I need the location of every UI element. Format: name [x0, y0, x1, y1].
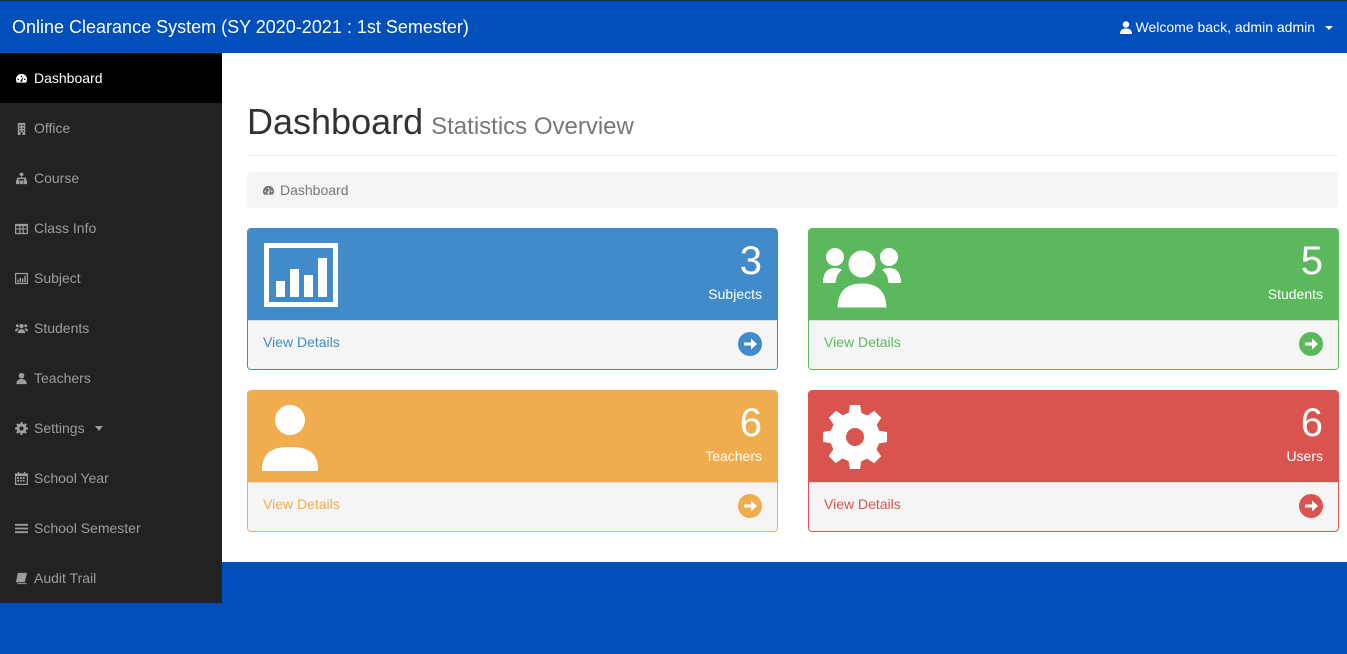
panel-heading: 3 Subjects — [248, 229, 777, 320]
sidebar-item-settings[interactable]: Settings — [0, 403, 222, 453]
gear-icon — [14, 421, 28, 435]
users-icon — [14, 321, 28, 335]
app-brand[interactable]: Online Clearance System (SY 2020-2021 : … — [12, 17, 469, 38]
arrow-right-icon — [738, 332, 762, 356]
sidebar-item-label: Course — [34, 170, 80, 186]
sidebar-item-subject[interactable]: Subject — [0, 253, 222, 303]
sidebar-item-label: Audit Trail — [34, 570, 97, 586]
panel-heading: 6 Teachers — [248, 391, 777, 482]
breadcrumb: Dashboard — [247, 172, 1338, 208]
sidebar-item-label: Office — [34, 120, 71, 136]
students-label: Students — [1267, 286, 1323, 302]
users-label: Users — [1286, 448, 1323, 464]
user-icon — [262, 403, 340, 471]
sidebar-item-label: Teachers — [34, 370, 91, 386]
list-icon — [14, 521, 28, 535]
subjects-panel: 3 Subjects View Details — [247, 228, 778, 370]
sidebar-item-office[interactable]: Office — [0, 103, 222, 153]
sidebar-item-school-semester[interactable]: School Semester — [0, 503, 222, 553]
bar-chart-icon — [262, 241, 340, 309]
students-count: 5 — [1300, 239, 1323, 283]
main-content: Dashboard Statistics Overview Dashboard 3… — [222, 53, 1347, 562]
view-details-link[interactable]: View Details — [248, 482, 777, 531]
sitemap-icon — [14, 171, 28, 185]
page-subtitle: Statistics Overview — [431, 113, 634, 140]
sidebar-item-teachers[interactable]: Teachers — [0, 353, 222, 403]
gear-icon — [823, 403, 901, 471]
users-count: 6 — [1300, 401, 1323, 445]
sidebar-item-label: Subject — [34, 270, 81, 286]
teachers-label: Teachers — [705, 448, 762, 464]
dashboard-icon — [262, 184, 280, 197]
sidebar: Dashboard Office Course Class Info Subje… — [0, 53, 222, 603]
arrow-right-icon — [1299, 332, 1323, 356]
sidebar-item-school-year[interactable]: School Year — [0, 453, 222, 503]
teachers-panel: 6 Teachers View Details — [247, 390, 778, 532]
sidebar-item-course[interactable]: Course — [0, 153, 222, 203]
sidebar-item-label: Students — [34, 320, 90, 336]
view-details-label: View Details — [263, 496, 340, 512]
view-details-label: View Details — [824, 334, 901, 350]
bar-chart-icon — [14, 271, 28, 285]
panel-heading: 6 Users — [809, 391, 1338, 482]
breadcrumb-item: Dashboard — [280, 182, 349, 198]
calendar-icon — [14, 471, 28, 485]
user-icon — [1119, 20, 1132, 34]
users-icon — [823, 241, 901, 311]
user-icon — [14, 371, 28, 385]
teachers-count: 6 — [739, 401, 762, 445]
view-details-label: View Details — [824, 496, 901, 512]
page-title: Dashboard — [247, 101, 424, 142]
sidebar-item-label: Dashboard — [34, 70, 103, 86]
table-icon — [14, 221, 28, 235]
view-details-link[interactable]: View Details — [809, 320, 1338, 369]
sidebar-item-label: Settings — [34, 420, 85, 436]
arrow-right-icon — [738, 494, 762, 518]
students-panel: 5 Students View Details — [808, 228, 1339, 370]
view-details-link[interactable]: View Details — [248, 320, 777, 369]
user-menu-label: Welcome back, admin admin — [1135, 19, 1315, 35]
sidebar-item-label: School Year — [34, 470, 109, 486]
panel-heading: 5 Students — [809, 229, 1338, 320]
page-header: Dashboard Statistics Overview — [247, 101, 1338, 156]
sidebar-item-label: Class Info — [34, 220, 97, 236]
users-panel: 6 Users View Details — [808, 390, 1339, 532]
view-details-link[interactable]: View Details — [809, 482, 1338, 531]
view-details-label: View Details — [263, 334, 340, 350]
subjects-label: Subjects — [708, 286, 762, 302]
caret-down-icon — [1325, 26, 1333, 30]
arrow-right-icon — [1299, 494, 1323, 518]
book-icon — [14, 571, 28, 585]
sidebar-item-class-info[interactable]: Class Info — [0, 203, 222, 253]
sidebar-item-dashboard[interactable]: Dashboard — [0, 53, 222, 103]
sidebar-item-audit-trail[interactable]: Audit Trail — [0, 553, 222, 603]
sidebar-item-students[interactable]: Students — [0, 303, 222, 353]
dashboard-icon — [14, 71, 28, 85]
sidebar-item-label: School Semester — [34, 520, 141, 536]
subjects-count: 3 — [739, 239, 762, 283]
user-menu-dropdown[interactable]: Welcome back, admin admin — [1119, 19, 1333, 35]
caret-down-icon — [94, 425, 103, 431]
top-navbar: Online Clearance System (SY 2020-2021 : … — [0, 0, 1347, 53]
building-icon — [14, 121, 28, 135]
